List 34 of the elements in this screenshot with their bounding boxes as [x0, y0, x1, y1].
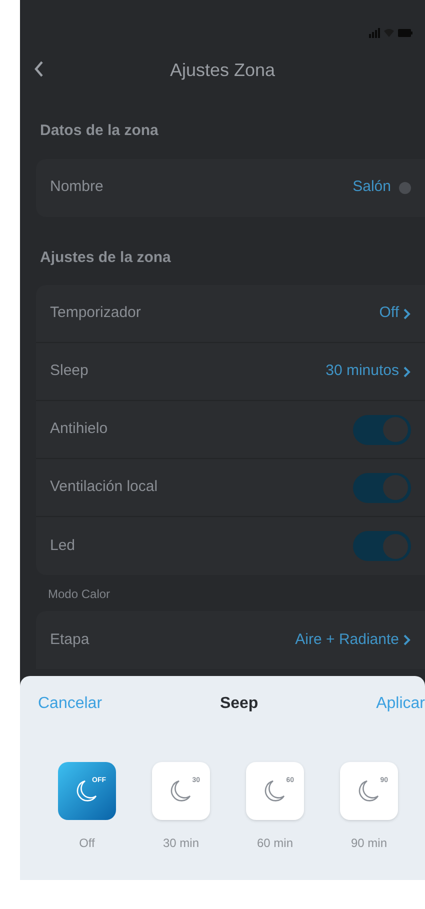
apply-button[interactable]: Aplicar [376, 692, 425, 716]
row-label: Temporizador [50, 303, 141, 324]
row-value[interactable]: Aire + Radiante [295, 628, 411, 652]
moon-icon [170, 779, 192, 803]
option-label: 30 min [162, 835, 200, 852]
status-icons [369, 28, 413, 38]
row-label: Led [50, 536, 76, 556]
cancel-button[interactable]: Cancelar [38, 692, 102, 716]
page-title: Ajustes Zona [170, 58, 276, 82]
option-label: 60 min [256, 835, 294, 852]
back-button[interactable] [34, 60, 44, 78]
option-label: 90 min [350, 835, 388, 852]
toggle-switch[interactable] [353, 531, 411, 561]
row-label: Nombre [50, 177, 104, 198]
back-icon [34, 60, 44, 78]
row-label: Ventilación local [50, 477, 158, 498]
moon-icon [264, 779, 286, 803]
row-value[interactable]: Off [379, 302, 411, 325]
toggle-switch[interactable] [353, 414, 411, 444]
row-label: Etapa [50, 630, 90, 650]
moon-icon [358, 779, 380, 803]
row-value[interactable]: 30 minutos [326, 360, 411, 383]
subsection-title: Modo Calor [47, 586, 112, 603]
chevron-right-icon [403, 366, 411, 378]
row-label: Antihielo [50, 419, 108, 440]
row-value[interactable]: Salón [352, 176, 411, 199]
chevron-right-icon [403, 634, 411, 646]
chevron-right-icon [403, 308, 411, 320]
row-label: Sleep [50, 361, 88, 382]
section-title: Ajustes de la zona [39, 248, 172, 268]
toggle-switch[interactable] [353, 472, 411, 502]
section-title: Datos de la zona [39, 121, 160, 141]
option-label: Off [79, 835, 95, 852]
sheet-title: Seep [220, 694, 258, 714]
